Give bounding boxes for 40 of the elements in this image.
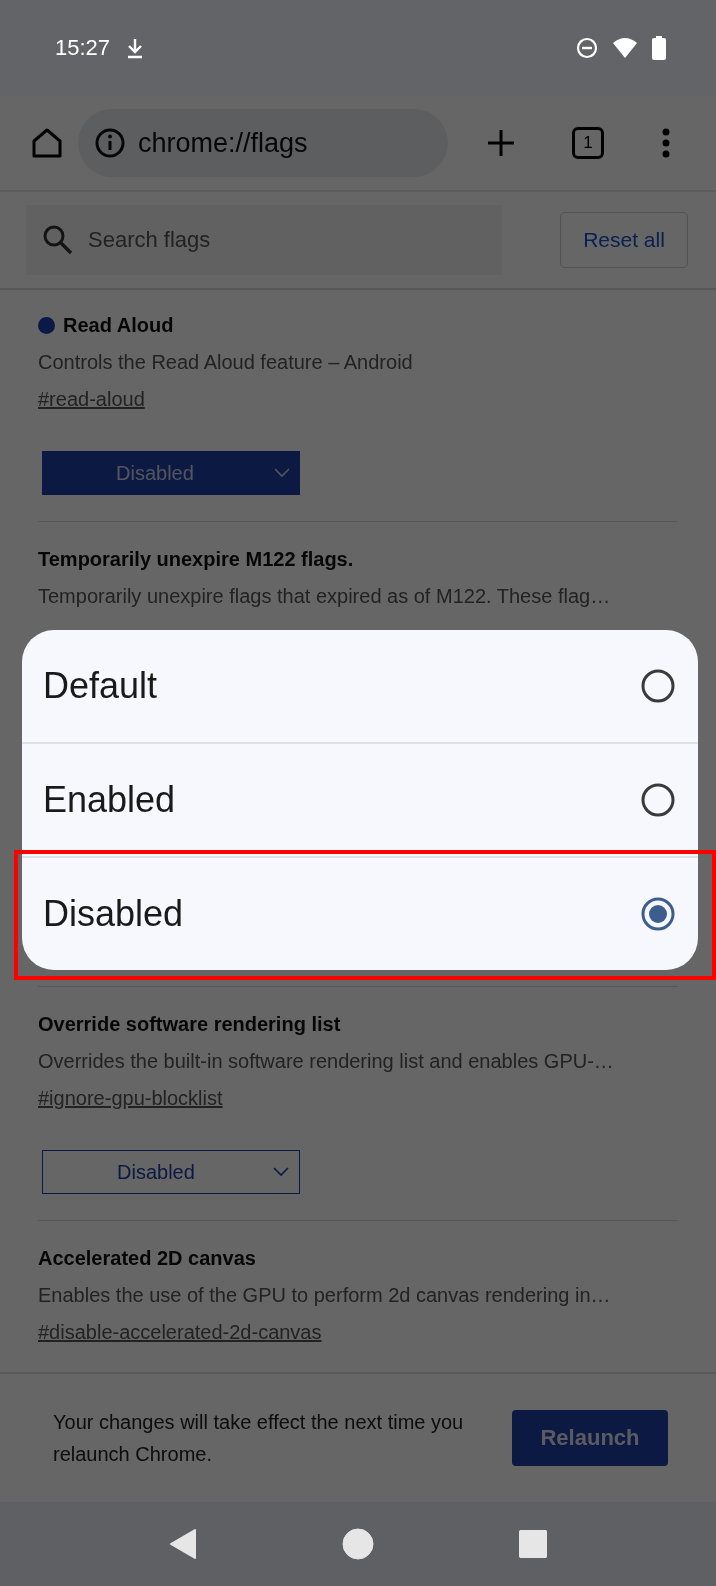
flag-description: Controls the Read Aloud feature – Android <box>38 351 414 374</box>
option-row[interactable]: Disabled <box>22 856 698 970</box>
flag-link[interactable]: #read-aloud <box>38 388 145 411</box>
address-bar[interactable]: chrome://flags <box>78 109 448 177</box>
flag-title: Accelerated 2D canvas <box>38 1247 256 1270</box>
option-row[interactable]: Default <box>22 630 698 742</box>
radio-button[interactable] <box>640 782 676 818</box>
more-menu-icon[interactable] <box>662 128 670 158</box>
plus-icon[interactable] <box>486 128 516 158</box>
flag-title: Override software rendering list <box>38 1013 341 1036</box>
info-icon <box>94 127 126 159</box>
home-icon[interactable] <box>30 127 64 159</box>
search-field[interactable]: Search flags <box>26 205 502 275</box>
home-button-icon[interactable] <box>342 1528 374 1560</box>
radio-button[interactable] <box>640 668 676 704</box>
flag-state-dropdown[interactable]: Disabled <box>42 451 300 495</box>
tab-switcher-button[interactable]: 1 <box>572 127 604 159</box>
back-icon[interactable] <box>169 1528 197 1560</box>
flag-description: Temporarily unexpire flags that expired as of M122. These flag… <box>38 585 612 608</box>
option-row[interactable]: Enabled <box>22 742 698 856</box>
url-text: chrome://flags <box>138 127 308 159</box>
relaunch-button[interactable]: Relaunch <box>512 1410 668 1466</box>
clock-time: 15:27 <box>55 35 111 61</box>
flag-link[interactable]: #ignore-gpu-blocklist <box>38 1087 223 1110</box>
search-icon <box>42 224 74 256</box>
flag-description: Overrides the built-in software rendering list and enables GPU-… <box>38 1050 615 1073</box>
flag-description: Enables the use of the GPU to perform 2d canvas rendering in… <box>38 1284 612 1307</box>
flag-title: Temporarily unexpire M122 flags. <box>38 548 354 571</box>
chevron-down-icon <box>274 468 290 478</box>
wifi-icon <box>612 37 638 59</box>
flag-link[interactable]: #disable-accelerated-2d-canvas <box>38 1321 322 1344</box>
flag-title: Read Aloud <box>63 314 174 337</box>
flag-state-dropdown[interactable]: Disabled <box>42 1150 300 1194</box>
chevron-down-icon <box>273 1167 289 1177</box>
radio-button[interactable] <box>640 896 676 932</box>
relaunch-message: Your changes will take effect the next time you relaunch Chrome. <box>53 1410 465 1467</box>
battery-icon <box>652 36 666 60</box>
download-icon <box>126 37 145 59</box>
do-not-disturb-icon <box>576 37 598 59</box>
reset-all-button[interactable]: Reset all <box>560 212 688 268</box>
